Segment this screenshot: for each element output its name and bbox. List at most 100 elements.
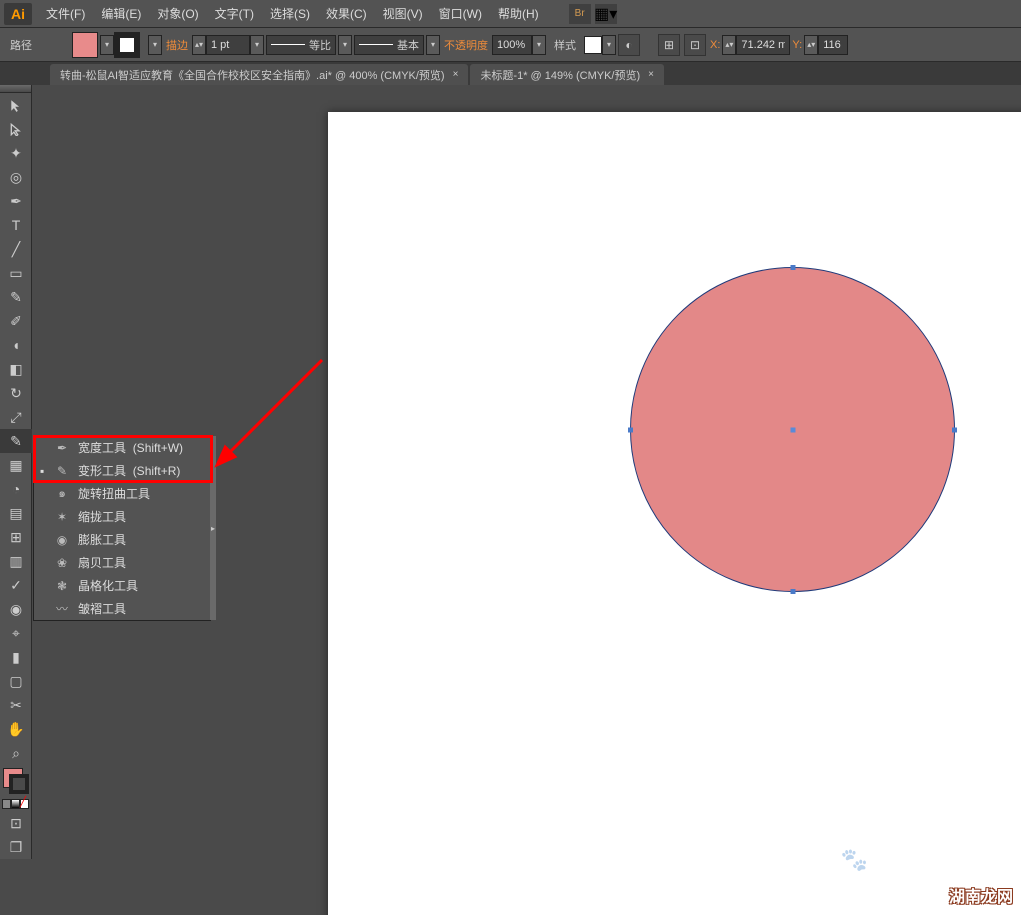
direct-selection-tool[interactable] bbox=[0, 117, 32, 141]
perspective-tool[interactable]: ▤ bbox=[0, 501, 32, 525]
column-graph-tool[interactable]: ▮ bbox=[0, 645, 32, 669]
close-icon[interactable]: × bbox=[453, 69, 459, 80]
panel-grip[interactable] bbox=[0, 85, 31, 93]
eyedropper-tool[interactable]: ✓ bbox=[0, 573, 32, 597]
menu-window[interactable]: 窗口(W) bbox=[431, 1, 490, 26]
pencil-tool[interactable]: ✐ bbox=[0, 309, 32, 333]
brush-select[interactable]: 基本 bbox=[354, 35, 424, 55]
width-tool-flyout: ✒宽度工具 (Shift+W) ▪✎变形工具 (Shift+R) ๑旋转扭曲工具… bbox=[33, 435, 211, 621]
arrange-icon[interactable]: ▦▾ bbox=[595, 4, 617, 24]
stroke-swatch[interactable] bbox=[114, 32, 140, 58]
flyout-crystallize-tool[interactable]: ❃晶格化工具 bbox=[34, 574, 210, 597]
width-tool[interactable]: ✎ bbox=[0, 429, 32, 453]
flyout-label: 缩拢工具 bbox=[78, 508, 126, 525]
control-bar: 路径 ▾ ▾ 描边 ▴▾ ▾ 等比▾ 基本▾ 不透明度 ▾ 样式 ▾ ◐ ⊞ ⊡… bbox=[0, 28, 1021, 62]
style-swatch[interactable] bbox=[584, 36, 602, 54]
scale-tool[interactable]: ⤢ bbox=[0, 405, 32, 429]
anchor-bottom[interactable] bbox=[790, 589, 795, 594]
stroke-label[interactable]: 描边 bbox=[166, 37, 188, 53]
blend-tool[interactable]: ◉ bbox=[0, 597, 32, 621]
fill-dropdown-icon[interactable]: ▾ bbox=[100, 35, 114, 55]
watermark-hunan: 湖南龙网 bbox=[949, 883, 1013, 907]
y-stepper-icon[interactable]: ▴▾ bbox=[804, 35, 818, 55]
y-label: Y: bbox=[792, 39, 802, 51]
symbol-sprayer-tool[interactable]: ⌖ bbox=[0, 621, 32, 645]
watermark-baidu-url: jingyan.baidu.com bbox=[800, 872, 931, 884]
menu-view[interactable]: 视图(V) bbox=[375, 1, 431, 26]
stroke-color[interactable] bbox=[9, 774, 29, 794]
fill-swatch[interactable] bbox=[72, 32, 98, 58]
anchor-left[interactable] bbox=[628, 427, 633, 432]
menu-edit[interactable]: 编辑(E) bbox=[93, 1, 149, 26]
tab-1-label: 转曲-松鼠AI智适应教育《全国合作校校区安全指南》.ai* @ 400% (CM… bbox=[60, 67, 445, 83]
screen-mode-tool[interactable]: ⊡ bbox=[0, 811, 32, 835]
stroke-weight-input[interactable] bbox=[206, 35, 250, 55]
close-icon[interactable]: × bbox=[648, 69, 654, 80]
mesh-tool[interactable]: ⊞ bbox=[0, 525, 32, 549]
menu-file[interactable]: 文件(F) bbox=[38, 1, 93, 26]
x-input[interactable] bbox=[736, 35, 790, 55]
align-icon[interactable]: ⊞ bbox=[658, 34, 680, 56]
profile-drop-icon[interactable]: ▾ bbox=[338, 35, 352, 55]
zoom-tool[interactable]: ⌕ bbox=[0, 741, 32, 765]
flyout-select-marker: ▪ bbox=[40, 464, 48, 478]
color-mode-swatches[interactable]: ╱ bbox=[0, 797, 31, 811]
opacity-label[interactable]: 不透明度 bbox=[444, 37, 488, 53]
line-tool[interactable]: ╱ bbox=[0, 237, 32, 261]
rectangle-tool[interactable]: ▭ bbox=[0, 261, 32, 285]
transform-icon[interactable]: ⊡ bbox=[684, 34, 706, 56]
artboard[interactable] bbox=[328, 112, 1021, 915]
bridge-icon[interactable]: Br bbox=[569, 4, 591, 24]
brush-drop-icon[interactable]: ▾ bbox=[426, 35, 440, 55]
document-tabs: 转曲-松鼠AI智适应教育《全国合作校校区安全指南》.ai* @ 400% (CM… bbox=[0, 62, 1021, 85]
opacity-input[interactable] bbox=[492, 35, 532, 55]
flyout-pucker-tool[interactable]: ✶缩拢工具 bbox=[34, 505, 210, 528]
type-tool[interactable]: T bbox=[0, 213, 32, 237]
x-stepper-icon[interactable]: ▴▾ bbox=[722, 35, 736, 55]
stroke-weight-down-icon[interactable]: ▴▾ bbox=[192, 35, 206, 55]
flyout-twirl-tool[interactable]: ๑旋转扭曲工具 bbox=[34, 482, 210, 505]
shape-builder-tool[interactable]: ◔ bbox=[0, 477, 32, 501]
anchor-center[interactable] bbox=[790, 427, 795, 432]
scallop-tool-icon: ❀ bbox=[52, 555, 72, 571]
slice-tool[interactable]: ✂ bbox=[0, 693, 32, 717]
flyout-tearoff-icon[interactable]: ▸ bbox=[210, 436, 216, 620]
menu-effect[interactable]: 效果(C) bbox=[318, 1, 375, 26]
menu-help[interactable]: 帮助(H) bbox=[490, 1, 547, 26]
flyout-bloat-tool[interactable]: ◉膨胀工具 bbox=[34, 528, 210, 551]
pen-tool[interactable]: ✒ bbox=[0, 189, 32, 213]
eraser-tool[interactable]: ◧ bbox=[0, 357, 32, 381]
rotate-tool[interactable]: ↻ bbox=[0, 381, 32, 405]
free-transform-tool[interactable]: ▦ bbox=[0, 453, 32, 477]
magic-wand-tool[interactable]: ✦ bbox=[0, 141, 32, 165]
hand-tool[interactable]: ✋ bbox=[0, 717, 32, 741]
flyout-scallop-tool[interactable]: ❀扇贝工具 bbox=[34, 551, 210, 574]
flyout-warp-tool[interactable]: ▪✎变形工具 (Shift+R) bbox=[34, 459, 210, 482]
paintbrush-tool[interactable]: ✎ bbox=[0, 285, 32, 309]
change-screen-tool[interactable]: ❐ bbox=[0, 835, 32, 859]
style-drop-icon[interactable]: ▾ bbox=[602, 35, 616, 55]
tab-document-1[interactable]: 转曲-松鼠AI智适应教育《全国合作校校区安全指南》.ai* @ 400% (CM… bbox=[50, 64, 468, 85]
flyout-width-tool[interactable]: ✒宽度工具 (Shift+W) bbox=[34, 436, 210, 459]
recolor-icon[interactable]: ◐ bbox=[618, 34, 640, 56]
stroke-dropdown-icon[interactable]: ▾ bbox=[148, 35, 162, 55]
fill-stroke-colors[interactable] bbox=[3, 768, 29, 794]
lasso-tool[interactable]: ◎ bbox=[0, 165, 32, 189]
ellipse-shape[interactable] bbox=[630, 267, 955, 592]
anchor-right[interactable] bbox=[952, 427, 957, 432]
menu-select[interactable]: 选择(S) bbox=[262, 1, 318, 26]
anchor-top[interactable] bbox=[790, 265, 795, 270]
stroke-weight-drop-icon[interactable]: ▾ bbox=[250, 35, 264, 55]
flyout-wrinkle-tool[interactable]: 〰皱褶工具 bbox=[34, 597, 210, 620]
gradient-tool[interactable]: ▥ bbox=[0, 549, 32, 573]
menu-type[interactable]: 文字(T) bbox=[207, 1, 262, 26]
warp-tool-icon: ✎ bbox=[52, 463, 72, 479]
artboard-tool[interactable]: ▢ bbox=[0, 669, 32, 693]
selection-tool[interactable] bbox=[0, 93, 32, 117]
y-input[interactable] bbox=[818, 35, 848, 55]
menu-object[interactable]: 对象(O) bbox=[149, 1, 206, 26]
profile-select[interactable]: 等比 bbox=[266, 35, 336, 55]
opacity-drop-icon[interactable]: ▾ bbox=[532, 35, 546, 55]
tab-document-2[interactable]: 未标题-1* @ 149% (CMYK/预览)× bbox=[470, 64, 664, 85]
blob-brush-tool[interactable]: ◖ bbox=[0, 333, 32, 357]
